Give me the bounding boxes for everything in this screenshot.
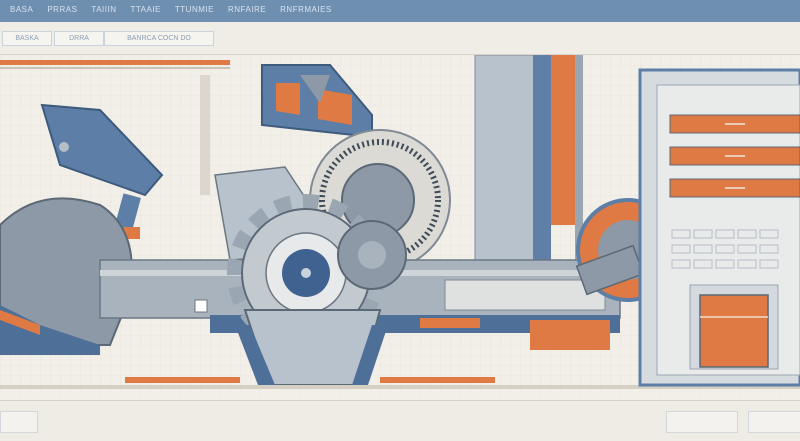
rail-line (0, 67, 230, 69)
floor-strip (125, 377, 240, 383)
housing-window (318, 89, 352, 125)
machine-illustration (0, 54, 800, 395)
shaft-sleeve (444, 279, 606, 311)
top-rail (0, 60, 230, 65)
shaft-indicator (194, 299, 208, 313)
menu-item[interactable]: TTAAIE (130, 5, 160, 14)
menu-item[interactable]: BASA (10, 5, 33, 14)
panel-drawer (699, 294, 769, 368)
toolbar-button[interactable]: BANRCA COCN DO (104, 31, 214, 46)
menu-bar: BASA PRRAS TAIIIN TTAAIE TTUNMIE RNFAIRE… (10, 5, 332, 14)
menu-item[interactable]: PRRAS (47, 5, 77, 14)
status-bar (0, 400, 800, 441)
toolbar: BASKA DRRA BANRCA COCN DO (0, 22, 800, 55)
status-right-panel[interactable] (748, 411, 800, 433)
menu-item[interactable]: RNFRMAIES (280, 5, 332, 14)
cog-hub (358, 241, 386, 269)
menu-item[interactable]: RNFAIRE (228, 5, 266, 14)
orange-block (530, 320, 610, 350)
floor-strip (380, 377, 495, 383)
toolbar-button[interactable]: DRRA (54, 31, 104, 46)
menu-item[interactable]: TAIIIN (91, 5, 116, 14)
title-bar: BASA PRRAS TAIIIN TTAAIE TTUNMIE RNFAIRE… (0, 0, 800, 22)
housing-window (276, 83, 300, 115)
menu-item[interactable]: TTUNMIE (175, 5, 214, 14)
illustration-canvas (0, 54, 800, 395)
base-accent (420, 318, 480, 328)
orange-column (551, 55, 575, 225)
pivot-bolt (59, 142, 69, 152)
support-column (200, 75, 210, 195)
vertical-housing (474, 54, 536, 261)
blue-column (533, 55, 551, 260)
status-right-panel[interactable] (666, 411, 738, 433)
toolbar-button[interactable]: BASKA (2, 31, 52, 46)
status-left-panel[interactable] (0, 411, 38, 433)
